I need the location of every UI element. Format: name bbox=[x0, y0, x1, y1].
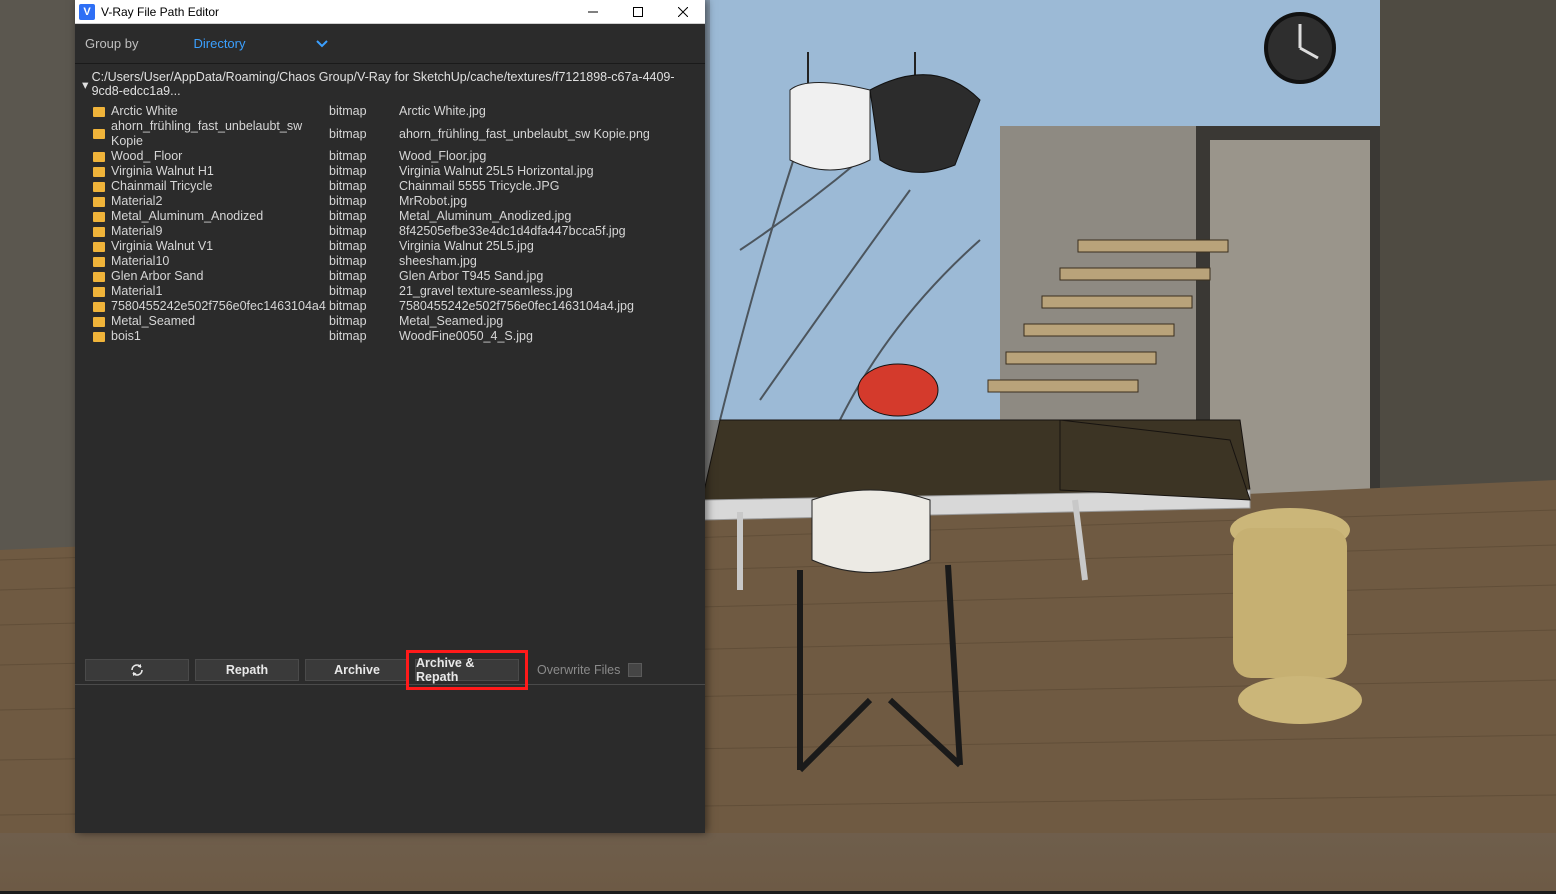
file-filename: ahorn_frühling_fast_unbelaubt_sw Kopie.p… bbox=[399, 127, 650, 142]
file-row[interactable]: Metal_Aluminum_AnodizedbitmapMetal_Alumi… bbox=[93, 209, 705, 224]
overwrite-label: Overwrite Files bbox=[537, 663, 620, 677]
file-filename: 7580455242e502f756e0fec1463104a4.jpg bbox=[399, 299, 634, 314]
file-type: bitmap bbox=[329, 179, 399, 194]
file-filename: Chainmail 5555 Tricycle.JPG bbox=[399, 179, 559, 194]
file-name: Material1 bbox=[111, 284, 329, 299]
folder-icon bbox=[93, 257, 105, 267]
file-filename: WoodFine0050_4_S.jpg bbox=[399, 329, 533, 344]
overwrite-files: Overwrite Files bbox=[537, 663, 642, 677]
file-type: bitmap bbox=[329, 239, 399, 254]
folder-icon bbox=[93, 227, 105, 237]
file-name: ahorn_frühling_fast_unbelaubt_sw Kopie bbox=[111, 119, 329, 149]
archive-repath-button[interactable]: Archive & Repath bbox=[415, 659, 519, 681]
file-type: bitmap bbox=[329, 329, 399, 344]
file-type: bitmap bbox=[329, 209, 399, 224]
file-row[interactable]: ahorn_frühling_fast_unbelaubt_sw Kopiebi… bbox=[93, 119, 705, 149]
bottom-bar: Repath Archive Archive & Repath Overwrit… bbox=[75, 655, 705, 685]
file-filename: Wood_Floor.jpg bbox=[399, 149, 486, 164]
folder-icon bbox=[93, 182, 105, 192]
file-name: bois1 bbox=[111, 329, 329, 344]
file-row[interactable]: Glen Arbor SandbitmapGlen Arbor T945 San… bbox=[93, 269, 705, 284]
folder-icon bbox=[93, 332, 105, 342]
file-name: Virginia Walnut H1 bbox=[111, 164, 329, 179]
folder-icon bbox=[93, 212, 105, 222]
file-filename: sheesham.jpg bbox=[399, 254, 477, 269]
file-name: Metal_Aluminum_Anodized bbox=[111, 209, 329, 224]
refresh-button[interactable] bbox=[85, 659, 189, 681]
file-filename: Virginia Walnut 25L5.jpg bbox=[399, 239, 534, 254]
file-filename: Metal_Aluminum_Anodized.jpg bbox=[399, 209, 571, 224]
file-path-editor-panel: V V-Ray File Path Editor Group by Direct… bbox=[75, 0, 705, 833]
file-filename: Glen Arbor T945 Sand.jpg bbox=[399, 269, 543, 284]
file-row[interactable]: Material9bitmap8f42505efbe33e4dc1d4dfa44… bbox=[93, 224, 705, 239]
file-row[interactable]: Virginia Walnut V1bitmapVirginia Walnut … bbox=[93, 239, 705, 254]
file-filename: Metal_Seamed.jpg bbox=[399, 314, 503, 329]
file-filename: MrRobot.jpg bbox=[399, 194, 467, 209]
file-filename: Virginia Walnut 25L5 Horizontal.jpg bbox=[399, 164, 594, 179]
file-type: bitmap bbox=[329, 254, 399, 269]
archive-button[interactable]: Archive bbox=[305, 659, 409, 681]
titlebar[interactable]: V V-Ray File Path Editor bbox=[75, 0, 705, 24]
file-row[interactable]: bois1bitmapWoodFine0050_4_S.jpg bbox=[93, 329, 705, 344]
folder-icon bbox=[93, 152, 105, 162]
file-name: Material2 bbox=[111, 194, 329, 209]
groupby-label: Group by bbox=[85, 36, 138, 51]
file-type: bitmap bbox=[329, 149, 399, 164]
collapse-icon[interactable]: ▾ bbox=[79, 77, 92, 92]
file-row[interactable]: Wood_ FloorbitmapWood_Floor.jpg bbox=[93, 149, 705, 164]
file-type: bitmap bbox=[329, 224, 399, 239]
file-row[interactable]: Virginia Walnut H1bitmapVirginia Walnut … bbox=[93, 164, 705, 179]
file-type: bitmap bbox=[329, 284, 399, 299]
overwrite-checkbox[interactable] bbox=[628, 663, 642, 677]
chevron-down-icon bbox=[316, 36, 328, 51]
file-row[interactable]: Material1bitmap21_gravel texture-seamles… bbox=[93, 284, 705, 299]
close-button[interactable] bbox=[660, 0, 705, 24]
file-filename: 8f42505efbe33e4dc1d4dfa447bcca5f.jpg bbox=[399, 224, 626, 239]
folder-icon bbox=[93, 242, 105, 252]
folder-icon bbox=[93, 129, 105, 139]
folder-icon bbox=[93, 317, 105, 327]
folder-icon bbox=[93, 287, 105, 297]
file-type: bitmap bbox=[329, 314, 399, 329]
file-type: bitmap bbox=[329, 104, 399, 119]
file-name: Chainmail Tricycle bbox=[111, 179, 329, 194]
repath-button[interactable]: Repath bbox=[195, 659, 299, 681]
groupby-row: Group by Directory bbox=[75, 24, 705, 64]
file-filename: 21_gravel texture-seamless.jpg bbox=[399, 284, 573, 299]
file-name: Wood_ Floor bbox=[111, 149, 329, 164]
groupby-value: Directory bbox=[193, 36, 245, 51]
folder-icon bbox=[93, 197, 105, 207]
tree-path-row[interactable]: ▾ C:/Users/User/AppData/Roaming/Chaos Gr… bbox=[75, 64, 705, 104]
file-name: Material9 bbox=[111, 224, 329, 239]
file-name: Arctic White bbox=[111, 104, 329, 119]
file-type: bitmap bbox=[329, 127, 399, 142]
folder-icon bbox=[93, 107, 105, 117]
file-name: 7580455242e502f756e0fec1463104a4 bbox=[111, 299, 329, 314]
folder-icon bbox=[93, 272, 105, 282]
tree-path: C:/Users/User/AppData/Roaming/Chaos Grou… bbox=[92, 70, 697, 98]
file-type: bitmap bbox=[329, 269, 399, 284]
minimize-button[interactable] bbox=[570, 0, 615, 24]
file-row[interactable]: Metal_SeamedbitmapMetal_Seamed.jpg bbox=[93, 314, 705, 329]
window-title: V-Ray File Path Editor bbox=[101, 5, 219, 19]
file-name: Virginia Walnut V1 bbox=[111, 239, 329, 254]
file-row[interactable]: Chainmail TricyclebitmapChainmail 5555 T… bbox=[93, 179, 705, 194]
file-type: bitmap bbox=[329, 164, 399, 179]
file-name: Metal_Seamed bbox=[111, 314, 329, 329]
maximize-button[interactable] bbox=[615, 0, 660, 24]
file-name: Material10 bbox=[111, 254, 329, 269]
file-name: Glen Arbor Sand bbox=[111, 269, 329, 284]
file-type: bitmap bbox=[329, 299, 399, 314]
folder-icon bbox=[93, 302, 105, 312]
file-row[interactable]: 7580455242e502f756e0fec1463104a4bitmap75… bbox=[93, 299, 705, 314]
file-row[interactable]: Arctic WhitebitmapArctic White.jpg bbox=[93, 104, 705, 119]
file-type: bitmap bbox=[329, 194, 399, 209]
file-row[interactable]: Material10bitmapsheesham.jpg bbox=[93, 254, 705, 269]
file-filename: Arctic White.jpg bbox=[399, 104, 486, 119]
groupby-dropdown[interactable]: Directory bbox=[193, 36, 327, 51]
folder-icon bbox=[93, 167, 105, 177]
files-list: Arctic WhitebitmapArctic White.jpgahorn_… bbox=[75, 104, 705, 344]
vray-icon: V bbox=[79, 4, 95, 20]
file-row[interactable]: Material2bitmapMrRobot.jpg bbox=[93, 194, 705, 209]
